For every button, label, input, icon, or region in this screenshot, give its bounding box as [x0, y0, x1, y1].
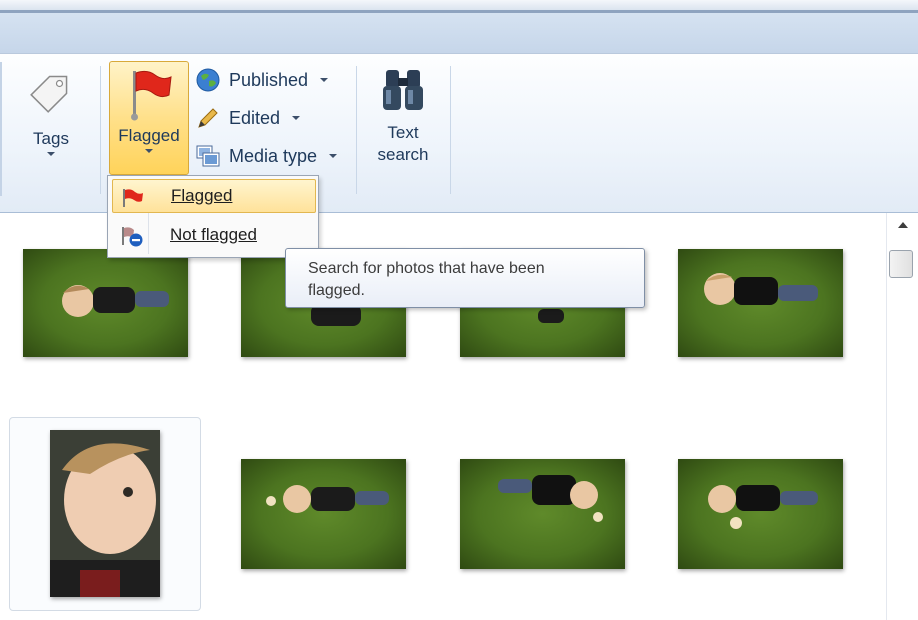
scrollbar-thumb[interactable] [889, 250, 913, 278]
photo-thumbnail[interactable] [678, 459, 843, 569]
child-lying-image [62, 285, 169, 317]
globe-icon [196, 68, 220, 92]
chevron-down-icon [329, 154, 338, 158]
pencil-icon [198, 108, 218, 128]
photo-thumbnail[interactable] [460, 459, 625, 569]
menu-item-flagged[interactable]: Flagged [112, 179, 316, 213]
tag-icon [30, 75, 68, 113]
text-search-label-line2: search [377, 145, 429, 164]
media-type-button[interactable]: Media type [195, 141, 338, 171]
chevron-down-icon [320, 78, 329, 82]
media-type-icon [196, 145, 220, 167]
published-button[interactable]: Published [195, 65, 329, 95]
menu-item-not-flagged[interactable]: Not flagged [112, 218, 316, 252]
ribbon-divider [356, 66, 357, 194]
scroll-up-arrow-icon[interactable] [898, 222, 908, 228]
ribbon-divider [450, 66, 451, 194]
window-top-edge [0, 0, 918, 10]
edited-button[interactable]: Edited [195, 103, 301, 133]
tooltip: Search for photos that have been flagged… [285, 248, 645, 308]
child-lying-image [708, 485, 818, 529]
chevron-down-icon [145, 149, 153, 153]
text-search-label-line1: Text [387, 123, 419, 142]
ribbon-divider [100, 66, 101, 194]
photo-thumbnail[interactable] [23, 249, 188, 357]
flagged-label: Flagged [118, 126, 180, 145]
text-search-button[interactable]: Text search [368, 64, 438, 184]
binoculars-icon [383, 70, 423, 110]
not-flagged-icon [122, 227, 143, 247]
red-flag-icon [131, 70, 172, 121]
media-type-label: Media type [229, 146, 318, 166]
flagged-button[interactable]: Flagged [109, 61, 189, 175]
ribbon-divider [0, 62, 2, 196]
photo-thumbnail[interactable] [678, 249, 843, 357]
child-portrait-image [50, 430, 160, 597]
published-label: Published [229, 70, 309, 90]
menu-item-label: Flagged [171, 186, 233, 205]
tooltip-line: Search for photos that have been [308, 260, 545, 277]
photo-thumbnail[interactable] [241, 459, 406, 569]
tags-button[interactable]: Tags [18, 62, 84, 192]
child-lying-image [704, 273, 818, 305]
flagged-dropdown-menu: Flagged Not flagged [107, 175, 319, 258]
child-lying-image [266, 485, 389, 513]
photo-thumbnail[interactable] [50, 430, 160, 597]
tags-label: Tags [33, 129, 69, 148]
edited-label: Edited [229, 108, 281, 128]
chevron-down-icon [47, 152, 55, 156]
chevron-down-icon [292, 116, 301, 120]
child-lying-image [498, 475, 603, 522]
menu-item-label: Not flagged [170, 225, 257, 244]
title-bar [0, 10, 918, 53]
tooltip-line: flagged. [308, 282, 365, 299]
flag-icon [123, 189, 143, 207]
